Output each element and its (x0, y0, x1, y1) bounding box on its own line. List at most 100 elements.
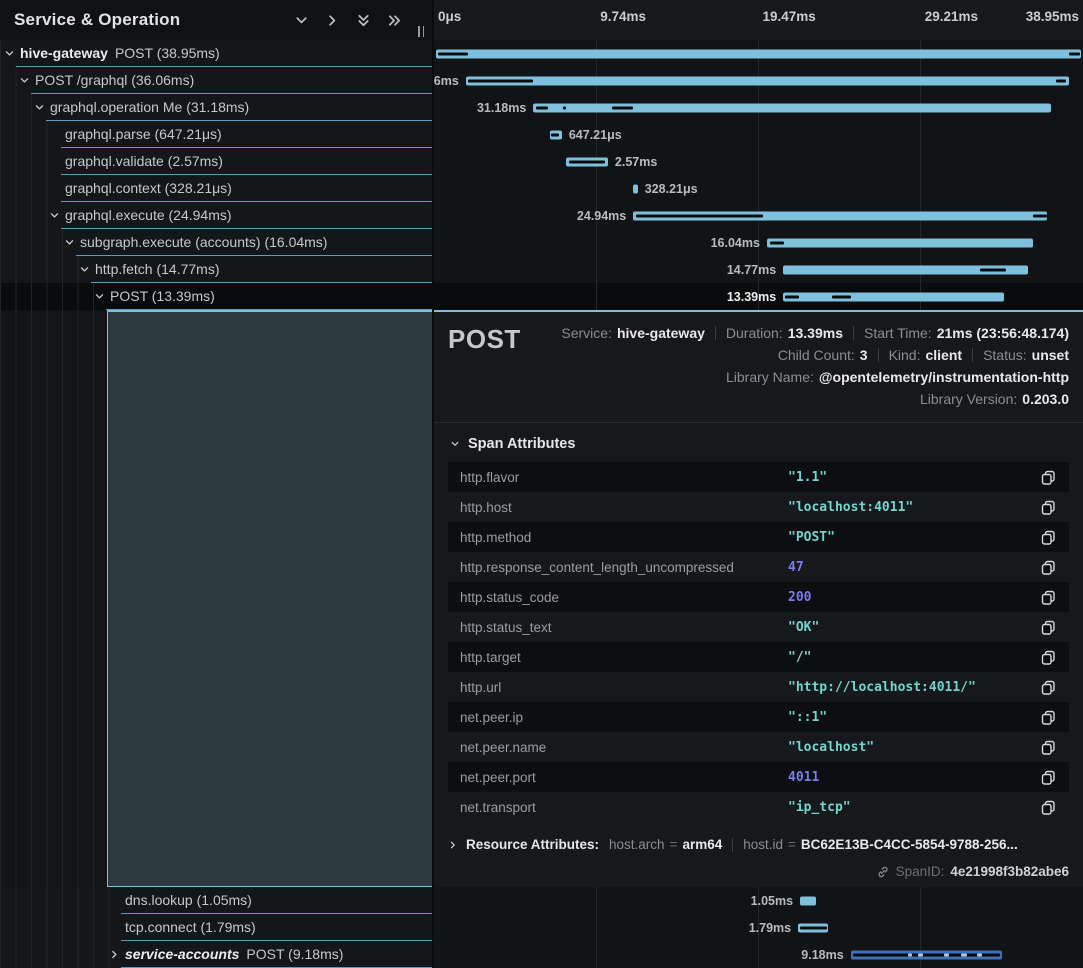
indent-guides (0, 148, 50, 175)
span-bar[interactable] (633, 184, 638, 193)
span-tree-cell[interactable]: graphql.parse (647.21μs) (0, 121, 434, 148)
panel-resize-handle[interactable] (418, 26, 427, 37)
span-timeline-cell[interactable]: 328.21μs (434, 175, 1083, 202)
attribute-key: net.peer.port (460, 770, 788, 785)
divider (972, 348, 973, 362)
span-bar[interactable] (466, 76, 1069, 85)
copy-icon[interactable] (1040, 649, 1057, 666)
attribute-value: 200 (788, 590, 1040, 605)
span-timeline-cell[interactable]: 1.79ms (434, 914, 1083, 941)
span-bar[interactable] (800, 896, 816, 905)
double-chevron-right-icon[interactable] (387, 13, 402, 28)
link-icon[interactable] (876, 865, 890, 879)
child-span-mark (1033, 214, 1047, 217)
meta-label: Start Time: (864, 325, 932, 341)
span-row[interactable]: subgraph.execute (accounts) (16.04ms)16.… (0, 229, 1083, 256)
resource-key: host.arch (609, 837, 665, 852)
span-tree-cell[interactable]: POST (13.39ms) (0, 283, 434, 310)
indent-guides (0, 283, 96, 310)
child-span-mark (832, 295, 851, 298)
chevron-right-icon (448, 840, 458, 850)
span-timeline-cell[interactable]: 36.06ms (434, 67, 1083, 94)
copy-icon[interactable] (1040, 529, 1057, 546)
span-bar[interactable] (533, 103, 1051, 112)
span-name-label: POST (13.39ms) (110, 288, 215, 304)
span-row[interactable]: graphql.parse (647.21μs)647.21μs (0, 121, 1083, 148)
span-timeline-cell[interactable]: 9.18ms (434, 941, 1083, 968)
span-tree-cell[interactable]: service-accountsPOST (9.18ms) (0, 941, 434, 968)
span-timeline-cell[interactable]: 31.18ms (434, 94, 1083, 121)
chevron-down-icon[interactable] (79, 264, 90, 275)
equals-sign: = (670, 837, 678, 852)
span-row[interactable]: graphql.execute (24.94ms)24.94ms (0, 202, 1083, 229)
span-bar[interactable] (783, 292, 1004, 301)
copy-icon[interactable] (1040, 769, 1057, 786)
span-row[interactable]: graphql.context (328.21μs) 328.21μs (0, 175, 1083, 202)
selected-span-block[interactable] (107, 310, 432, 887)
span-tree-cell[interactable]: http.fetch (14.77ms) (0, 256, 434, 283)
span-duration-label: 1.79ms (749, 921, 791, 935)
chevron-down-icon[interactable] (64, 237, 75, 248)
span-tree-cell[interactable]: POST /graphql (36.06ms) (0, 67, 434, 94)
resource-attributes-title[interactable]: Resource Attributes: (466, 837, 599, 852)
copy-icon[interactable] (1040, 499, 1057, 516)
chevron-down-icon[interactable] (34, 102, 45, 113)
span-row[interactable]: hive-gatewayPOST (38.95ms) (0, 40, 1083, 67)
meta-label: Library Version: (920, 391, 1017, 407)
span-timeline-cell[interactable]: 2.57ms (434, 148, 1083, 175)
span-row[interactable]: POST /graphql (36.06ms)36.06ms (0, 67, 1083, 94)
span-name-label: service-accountsPOST (9.18ms) (125, 946, 343, 962)
copy-icon[interactable] (1040, 739, 1057, 756)
indent-guides (0, 887, 112, 914)
span-tree-cell[interactable]: graphql.context (328.21μs) (0, 175, 434, 202)
span-tree-cell[interactable]: dns.lookup (1.05ms) (0, 887, 434, 914)
span-tree-cell[interactable]: hive-gatewayPOST (38.95ms) (0, 40, 434, 67)
span-tree-cell[interactable]: tcp.connect (1.79ms) (0, 914, 434, 941)
span-duration-label: 9.18ms (801, 948, 843, 962)
span-duration-label: 31.18ms (477, 101, 526, 115)
copy-icon[interactable] (1040, 679, 1057, 696)
span-row[interactable]: service-accountsPOST (9.18ms) 9.18ms (0, 941, 1083, 968)
span-bar[interactable] (436, 49, 1081, 58)
chevron-right-icon[interactable] (325, 13, 340, 28)
span-tree-cell[interactable]: graphql.execute (24.94ms) (0, 202, 434, 229)
span-row[interactable]: graphql.validate (2.57ms)2.57ms (0, 148, 1083, 175)
copy-icon[interactable] (1040, 799, 1057, 816)
detail-meta: Service:hive-gatewayDuration:13.39msStar… (561, 322, 1069, 410)
copy-icon[interactable] (1040, 559, 1057, 576)
chevron-down-icon[interactable] (94, 291, 105, 302)
attribute-row: http.status_code200 (448, 582, 1069, 612)
span-timeline-cell[interactable]: 1.05ms (434, 887, 1083, 914)
span-tree-cell[interactable]: graphql.validate (2.57ms) (0, 148, 434, 175)
span-rows-bottom: dns.lookup (1.05ms)1.05mstcp.connect (1.… (0, 887, 1083, 968)
span-timeline-cell[interactable]: 13.39ms (434, 283, 1083, 310)
span-timeline-cell[interactable]: 16.04ms (434, 229, 1083, 256)
span-timeline-cell[interactable] (434, 40, 1083, 67)
span-bar[interactable] (767, 238, 1033, 247)
span-tree-cell[interactable]: subgraph.execute (accounts) (16.04ms) (0, 229, 434, 256)
chevron-down-icon[interactable] (49, 210, 60, 221)
span-row[interactable]: http.fetch (14.77ms) 14.77ms (0, 256, 1083, 283)
chevron-right-icon[interactable] (109, 949, 120, 960)
copy-icon[interactable] (1040, 709, 1057, 726)
child-span-mark (770, 241, 784, 244)
span-tree-cell[interactable]: graphql.operation Me (31.18ms) (0, 94, 434, 121)
copy-icon[interactable] (1040, 619, 1057, 636)
span-timeline-cell[interactable]: 14.77ms (434, 256, 1083, 283)
copy-icon[interactable] (1040, 469, 1057, 486)
span-timeline-cell[interactable]: 647.21μs (434, 121, 1083, 148)
span-duration-label: 14.77ms (727, 263, 776, 277)
chevron-down-icon[interactable] (4, 48, 15, 59)
copy-icon[interactable] (1040, 589, 1057, 606)
span-attributes-toggle[interactable]: Span Attributes (450, 436, 1069, 452)
span-duration-label: 328.21μs (645, 182, 698, 196)
chevron-down-icon[interactable] (19, 75, 30, 86)
span-row[interactable]: graphql.operation Me (31.18ms) 31.18ms (0, 94, 1083, 121)
span-row[interactable]: POST (13.39ms) 13.39ms (0, 283, 1083, 310)
attribute-value: "/" (788, 650, 1040, 665)
span-timeline-cell[interactable]: 24.94ms (434, 202, 1083, 229)
chevron-down-icon[interactable] (294, 13, 309, 28)
span-row[interactable]: dns.lookup (1.05ms)1.05ms (0, 887, 1083, 914)
double-chevron-down-icon[interactable] (356, 13, 371, 28)
span-row[interactable]: tcp.connect (1.79ms) 1.79ms (0, 914, 1083, 941)
